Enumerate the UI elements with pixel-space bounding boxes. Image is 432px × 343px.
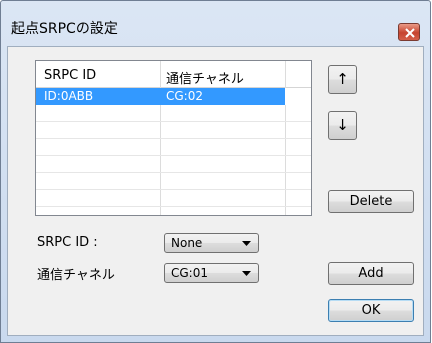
arrow-down-icon: ↓: [336, 116, 349, 134]
table-row[interactable]: [36, 156, 311, 173]
srpc-id-label: SRPC ID :: [37, 235, 98, 250]
cell-srpc-id: ID:0ABB: [44, 89, 94, 103]
table-row[interactable]: [36, 105, 311, 122]
column-header-srpc-id[interactable]: SRPC ID: [44, 68, 96, 83]
dialog-window: 起点SRPCの設定 SRPC ID 通信チャネル ID:0ABB CG:02 ↑…: [0, 0, 431, 343]
dialog-client-area: SRPC ID 通信チャネル ID:0ABB CG:02 ↑ ↓ Delete …: [7, 46, 424, 336]
table-row[interactable]: [36, 173, 311, 190]
srpc-id-select[interactable]: None: [164, 233, 259, 253]
table-row[interactable]: [36, 190, 311, 207]
channel-select-value: CG:01: [171, 266, 208, 280]
move-up-button[interactable]: ↑: [328, 65, 357, 94]
channel-select[interactable]: CG:01: [164, 263, 259, 283]
add-button[interactable]: Add: [328, 262, 414, 285]
table-row[interactable]: [36, 122, 311, 139]
srpc-id-select-value: None: [171, 236, 203, 250]
chevron-down-icon: [242, 241, 251, 246]
close-icon: [405, 28, 415, 38]
dialog-title: 起点SRPCの設定: [11, 21, 118, 37]
table-row[interactable]: [36, 139, 311, 156]
list-header: SRPC ID 通信チャネル: [36, 61, 311, 88]
ok-button[interactable]: OK: [328, 299, 414, 322]
channel-label: 通信チャネル: [37, 268, 115, 283]
move-down-button[interactable]: ↓: [328, 111, 357, 140]
cell-channel: CG:02: [166, 89, 203, 103]
table-row[interactable]: ID:0ABB CG:02: [36, 88, 311, 105]
close-button[interactable]: [398, 23, 420, 41]
column-header-channel[interactable]: 通信チャネル: [166, 68, 244, 87]
delete-button[interactable]: Delete: [328, 190, 414, 213]
srpc-list[interactable]: SRPC ID 通信チャネル ID:0ABB CG:02: [35, 60, 312, 216]
chevron-down-icon: [242, 271, 251, 276]
arrow-up-icon: ↑: [336, 70, 349, 88]
